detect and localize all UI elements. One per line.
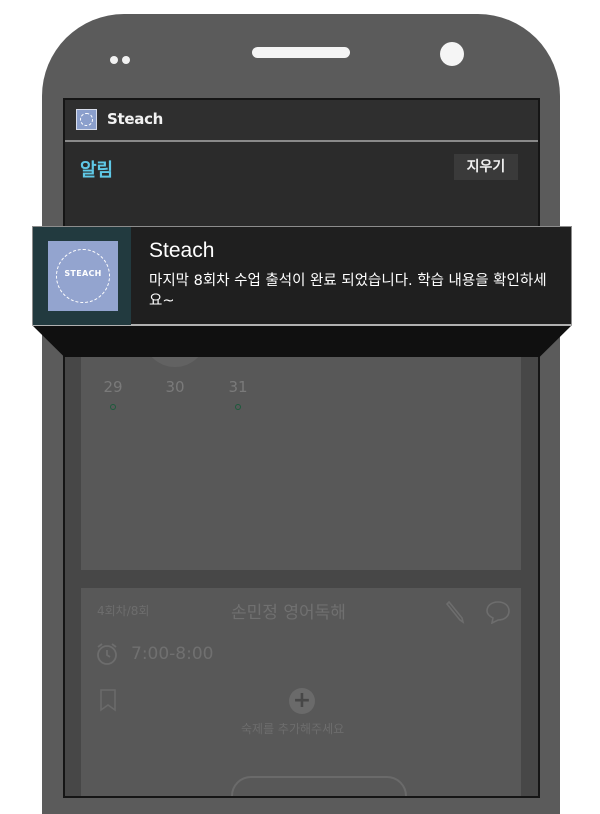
course-title: 손민정 영어독해 — [231, 603, 346, 623]
course-card[interactable]: 4회차/8회 손민정 영어독해 7:00-8:00 + 숙제를 추가해주세요 — [81, 588, 521, 796]
clear-notifications-button[interactable]: 지우기 — [454, 154, 518, 180]
bookmark-icon — [100, 689, 116, 712]
notification-panel-title: 알림 — [80, 160, 114, 181]
notification-title: Steach — [149, 239, 215, 262]
speaker-grille — [252, 47, 350, 58]
calendar-event-dot — [235, 404, 241, 410]
status-bar: Steach — [65, 100, 538, 142]
calendar-day-markers — [218, 400, 258, 410]
front-camera — [440, 42, 464, 66]
status-app-name: Steach — [107, 110, 164, 128]
calendar-day[interactable]: 29 — [93, 378, 133, 410]
course-action-button[interactable] — [231, 776, 407, 796]
phone-screen: Steach 알림 지우기 15161718192021222324252627… — [63, 98, 540, 798]
chat-bubble-icon[interactable] — [485, 600, 511, 624]
course-time: 7:00-8:00 — [131, 644, 214, 664]
calendar-day[interactable]: 31 — [218, 378, 258, 410]
edit-pencil-icon[interactable] — [443, 600, 467, 624]
calendar-event-dot — [110, 404, 116, 410]
calendar-day-number: 31 — [228, 378, 248, 396]
calendar-day[interactable]: 30 — [155, 378, 195, 396]
notification-message: 마지막 8회차 수업 출석이 완료 되었습니다. 학습 내용을 확인하세요~ — [149, 273, 547, 309]
steach-logo-icon: STEACH — [48, 241, 118, 311]
steach-logo-icon — [76, 109, 97, 130]
calendar-day-number: 30 — [165, 378, 185, 396]
alarm-clock-icon — [97, 643, 117, 665]
notification-thumbnail: STEACH — [33, 227, 131, 325]
notification-panel-header: 알림 지우기 — [65, 142, 538, 230]
sensor-dot — [122, 56, 130, 64]
course-session-count: 4회차/8회 — [97, 604, 150, 618]
banner-shadow — [32, 325, 572, 357]
calendar-day-markers — [93, 400, 133, 410]
push-notification-banner[interactable]: STEACH Steach 마지막 8회차 수업 출석이 완료 되었습니다. 학… — [32, 226, 572, 326]
homework-placeholder: 숙제를 추가해주세요 — [241, 722, 345, 736]
calendar-day-number: 29 — [103, 378, 123, 396]
logo-text: STEACH — [64, 269, 102, 278]
sensor-dot — [110, 56, 118, 64]
add-homework-icon[interactable]: + — [289, 688, 315, 714]
